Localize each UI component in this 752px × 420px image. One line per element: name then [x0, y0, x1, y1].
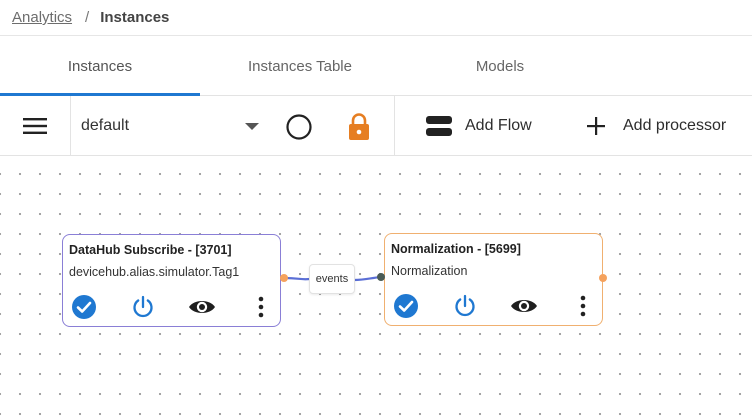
node-actions — [63, 292, 280, 322]
node-subtitle: Normalization — [391, 264, 468, 278]
breadcrumb: Analytics / Instances — [0, 0, 752, 36]
add-flow-button[interactable]: Add Flow — [424, 96, 532, 155]
output-handle[interactable] — [599, 274, 607, 282]
toolbar-divider — [394, 96, 395, 155]
tab-instances[interactable]: Instances — [0, 36, 200, 96]
tab-instances-table[interactable]: Instances Table — [200, 36, 400, 96]
processor-node[interactable]: DataHub Subscribe - [3701] devicehub.ali… — [62, 234, 281, 327]
chevron-down-icon[interactable] — [245, 123, 259, 131]
node-check-button[interactable] — [391, 291, 421, 321]
more-vert-icon — [580, 295, 586, 317]
node-title: Normalization - [5699] — [391, 242, 521, 256]
lock-icon[interactable] — [346, 112, 372, 142]
hamburger-menu-icon — [23, 118, 47, 134]
check-circle-icon — [72, 295, 96, 319]
node-more-button[interactable] — [568, 291, 598, 321]
edge-label[interactable]: events — [309, 264, 355, 294]
power-icon — [133, 295, 153, 318]
node-more-button[interactable] — [246, 292, 276, 322]
node-view-button[interactable] — [187, 292, 217, 322]
node-title: DataHub Subscribe - [3701] — [69, 243, 232, 257]
power-icon — [455, 294, 475, 317]
menu-button[interactable] — [16, 111, 54, 141]
flow-canvas[interactable]: DataHub Subscribe - [3701] devicehub.ali… — [0, 156, 752, 420]
breadcrumb-analytics-link[interactable]: Analytics — [12, 9, 72, 26]
tab-bar: Instances Instances Table Models — [0, 36, 752, 96]
more-vert-icon — [258, 296, 264, 318]
node-subtitle: devicehub.alias.simulator.Tag1 — [69, 265, 240, 279]
add-processor-button[interactable]: Add processor — [584, 96, 726, 155]
circle-outline-icon[interactable] — [285, 113, 313, 141]
plus-icon — [587, 116, 605, 135]
node-power-button[interactable] — [450, 291, 480, 321]
flow-select[interactable]: default — [72, 96, 272, 155]
flow-select-value: default — [81, 116, 130, 134]
processor-node[interactable]: Normalization - [5699] Normalization — [384, 233, 603, 326]
add-flow-label: Add Flow — [465, 116, 532, 134]
eye-icon — [189, 301, 215, 313]
toolbar-divider — [70, 96, 71, 155]
input-handle[interactable] — [377, 273, 385, 281]
node-power-button[interactable] — [128, 292, 158, 322]
node-actions — [385, 291, 602, 321]
flow-icon — [426, 115, 452, 136]
node-check-button[interactable] — [69, 292, 99, 322]
tab-models[interactable]: Models — [400, 36, 600, 96]
breadcrumb-separator: / — [85, 9, 90, 26]
add-processor-label: Add processor — [623, 116, 727, 134]
eye-icon — [511, 300, 537, 312]
breadcrumb-current: Instances — [100, 9, 170, 26]
node-view-button[interactable] — [509, 291, 539, 321]
check-circle-icon — [394, 294, 418, 318]
output-handle[interactable] — [280, 274, 288, 282]
